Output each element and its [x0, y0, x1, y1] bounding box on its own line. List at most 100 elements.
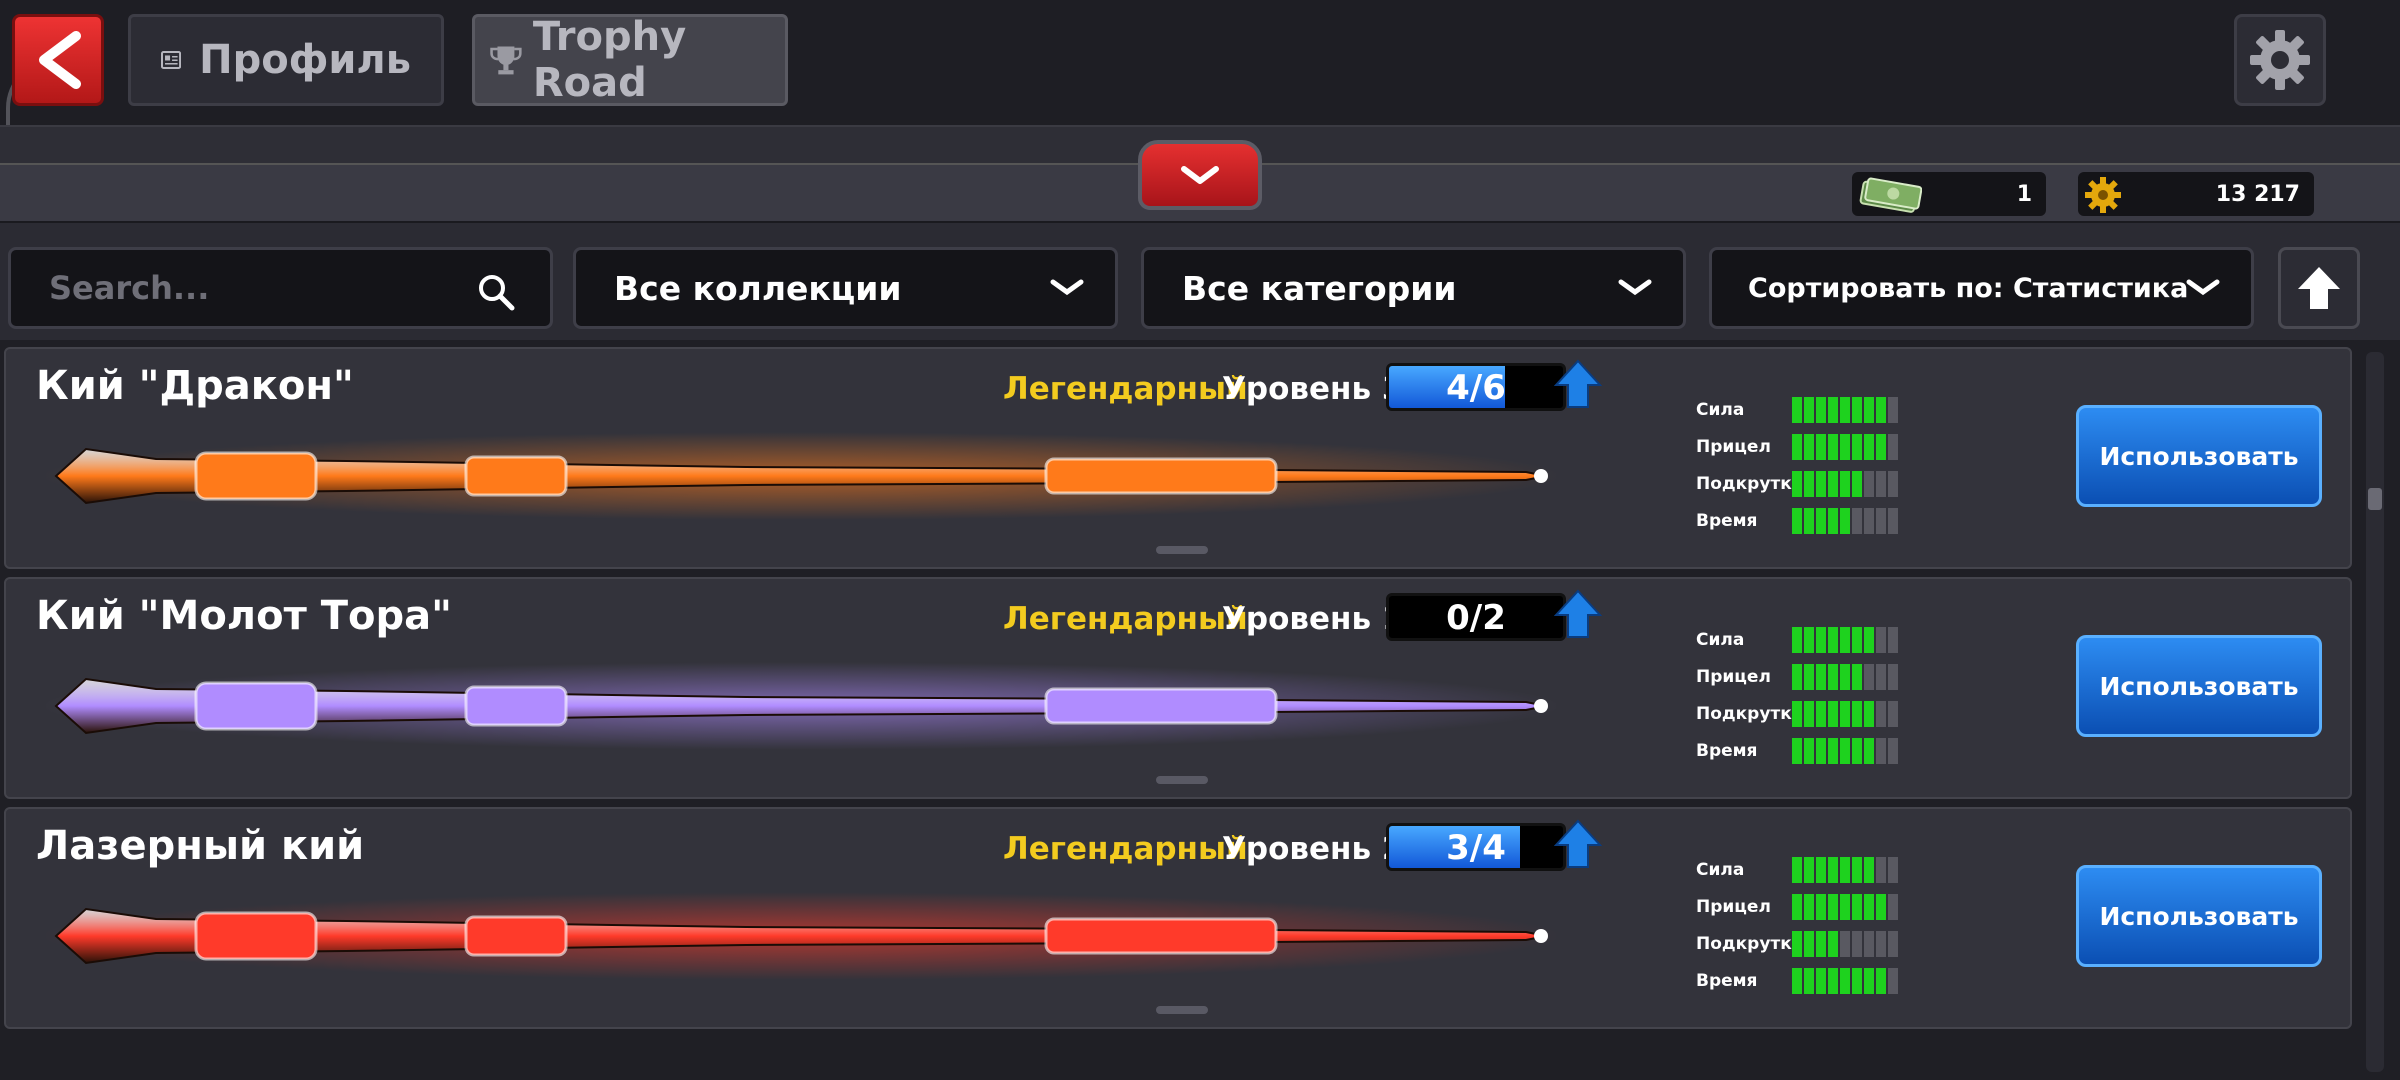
tab-trophy-road[interactable]: Trophy Road — [472, 14, 788, 106]
stat-bar-segment — [1828, 396, 1838, 423]
stat-bar-segment — [1828, 470, 1838, 497]
stat-bar-segment — [1852, 930, 1862, 957]
stat-bar-segment — [1840, 470, 1850, 497]
stat-bar-segment — [1888, 396, 1898, 423]
stat-bar-segment — [1792, 700, 1802, 727]
cash-icon — [1859, 177, 1922, 213]
sort-value: Сортировать по: Статистика — [1748, 272, 2189, 304]
categories-dropdown[interactable]: Все категории — [1141, 247, 1686, 329]
expand-handle[interactable] — [1156, 546, 1208, 554]
cue-card[interactable]: Кий "Дракон" Легендарный Уровень 3 4/6 С… — [4, 347, 2352, 569]
stat-label: Сила — [1696, 629, 1745, 650]
expand-handle[interactable] — [1156, 1006, 1208, 1014]
coin-value: 13 217 — [2215, 181, 2300, 207]
use-cue-button[interactable]: Использовать — [2076, 865, 2322, 967]
collections-dropdown[interactable]: Все коллекции — [573, 247, 1118, 329]
stat-label: Время — [1696, 970, 1758, 991]
stat-bar-segment — [1792, 856, 1802, 883]
cue-level: Уровень 1 — [1222, 601, 1404, 637]
stat-bar-segment — [1888, 507, 1898, 534]
collapse-header-button[interactable] — [1138, 140, 1262, 210]
stat-bar-segment — [1792, 967, 1802, 994]
stat-bar-segment — [1816, 700, 1826, 727]
stat-label: Подкрутка — [1696, 703, 1804, 724]
list-scrollbar[interactable] — [2366, 352, 2384, 1072]
collections-value: Все коллекции — [614, 268, 902, 308]
cue-card[interactable]: Лазерный кий Легендарный Уровень 2 3/4 С… — [4, 807, 2352, 1029]
stat-bar-segment — [1876, 856, 1886, 883]
cue-rarity: Легендарный — [1003, 601, 1248, 637]
stat-bar-segment — [1864, 663, 1874, 690]
stat-bar-segment — [1888, 433, 1898, 460]
stat-row: Подкрутка — [1696, 695, 1898, 732]
stat-bar-segment — [1888, 470, 1898, 497]
upgrade-arrow-icon[interactable] — [1554, 359, 1602, 409]
cue-rarity: Легендарный — [1003, 831, 1248, 867]
stat-bar-segment — [1864, 856, 1874, 883]
stat-bar-segment — [1792, 737, 1802, 764]
stat-row: Время — [1696, 962, 1898, 999]
cash-counter[interactable]: 1 — [1852, 172, 2046, 216]
cue-name: Лазерный кий — [36, 823, 365, 869]
stat-bar-segment — [1816, 663, 1826, 690]
cue-progress-bar: 3/4 — [1386, 823, 1566, 871]
cash-value: 1 — [2016, 181, 2032, 207]
stat-label: Прицел — [1696, 896, 1771, 917]
stat-bar-segment — [1840, 930, 1850, 957]
categories-value: Все категории — [1182, 268, 1457, 308]
stat-bar-segment — [1792, 470, 1802, 497]
stat-bar-segment — [1816, 967, 1826, 994]
upgrade-arrow-icon[interactable] — [1554, 589, 1602, 639]
stat-bar-segment — [1804, 700, 1814, 727]
stat-bar-segment — [1864, 626, 1874, 653]
use-cue-button[interactable]: Использовать — [2076, 635, 2322, 737]
search-placeholder: Search... — [49, 269, 210, 307]
coin-counter[interactable]: 13 217 — [2078, 172, 2314, 216]
list-scrollbar-thumb[interactable] — [2368, 488, 2382, 510]
stat-bar-segment — [1840, 507, 1850, 534]
stat-label: Подкрутка — [1696, 933, 1804, 954]
search-input[interactable]: Search... — [8, 247, 553, 329]
stat-bar-segment — [1840, 893, 1850, 920]
use-cue-button[interactable]: Использовать — [2076, 405, 2322, 507]
stat-bar-segment — [1804, 433, 1814, 460]
sort-dropdown[interactable]: Сортировать по: Статистика — [1709, 247, 2254, 329]
stat-bar-segment — [1888, 737, 1898, 764]
gear-icon — [2250, 30, 2310, 90]
stat-bar-segment — [1864, 396, 1874, 423]
stat-row: Сила — [1696, 391, 1898, 428]
chevron-down-icon — [1050, 279, 1084, 296]
stat-bar-segment — [1864, 433, 1874, 460]
stat-bar-segment — [1816, 856, 1826, 883]
stat-bars — [1792, 396, 1898, 423]
search-icon[interactable] — [476, 272, 516, 312]
stat-bar-segment — [1864, 930, 1874, 957]
stat-bar-segment — [1828, 930, 1838, 957]
tab-profile[interactable]: Профиль — [128, 14, 444, 106]
settings-button[interactable] — [2234, 14, 2326, 106]
stat-row: Время — [1696, 502, 1898, 539]
stat-bar-segment — [1804, 626, 1814, 653]
stat-bars — [1792, 856, 1898, 883]
expand-handle[interactable] — [1156, 776, 1208, 784]
stat-bar-segment — [1840, 737, 1850, 764]
chevron-left-icon — [39, 31, 81, 89]
stat-row: Прицел — [1696, 888, 1898, 925]
stat-row: Подкрутка — [1696, 465, 1898, 502]
stat-bar-segment — [1876, 700, 1886, 727]
cue-card[interactable]: Кий "Молот Тора" Легендарный Уровень 1 0… — [4, 577, 2352, 799]
cue-progress-text: 0/2 — [1446, 598, 1506, 638]
stat-bar-segment — [1852, 737, 1862, 764]
stat-label: Подкрутка — [1696, 473, 1804, 494]
stat-bar-segment — [1852, 507, 1862, 534]
stat-label: Прицел — [1696, 436, 1771, 457]
scroll-top-button[interactable] — [2278, 247, 2360, 329]
upgrade-arrow-icon[interactable] — [1554, 819, 1602, 869]
cue-level: Уровень 2 — [1222, 831, 1404, 867]
stat-bar-segment — [1888, 626, 1898, 653]
stat-bar-segment — [1816, 396, 1826, 423]
stat-bar-segment — [1840, 700, 1850, 727]
cue-image — [46, 432, 1556, 520]
stat-bars — [1792, 893, 1898, 920]
back-button[interactable] — [12, 14, 104, 106]
